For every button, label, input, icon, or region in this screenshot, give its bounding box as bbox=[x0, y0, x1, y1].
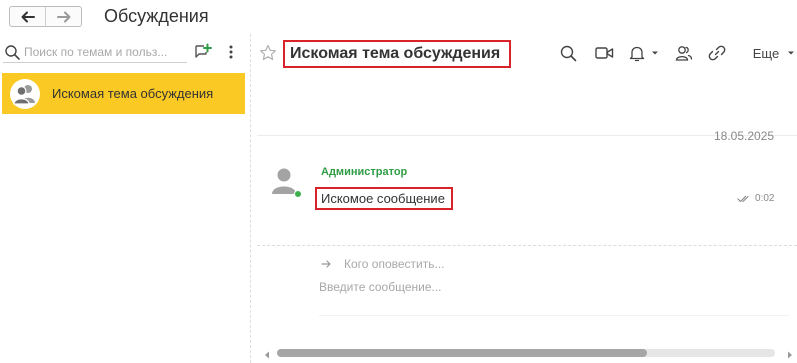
window-title: Обсуждения bbox=[104, 6, 209, 26]
chevron-down-icon bbox=[652, 51, 658, 55]
chevron-down-icon bbox=[788, 51, 795, 55]
composer-separator bbox=[257, 245, 797, 246]
recipients-field[interactable]: Кого оповестить... bbox=[321, 256, 445, 272]
navigation-buttons bbox=[9, 6, 82, 27]
thread-title: Искомая тема обсуждения bbox=[283, 40, 511, 68]
topic-search bbox=[3, 42, 187, 63]
message-status: 0:02 bbox=[737, 193, 774, 204]
notifications-button[interactable] bbox=[626, 44, 662, 62]
arrow-right-icon bbox=[321, 260, 331, 268]
message-author[interactable]: Администратор bbox=[321, 166, 407, 178]
thread-search-button[interactable] bbox=[559, 44, 577, 62]
scrollbar-thumb[interactable] bbox=[277, 349, 647, 357]
double-check-icon bbox=[737, 195, 749, 202]
search-icon bbox=[560, 45, 576, 61]
top-bar: Обсуждения bbox=[0, 0, 797, 34]
message-time: 0:02 bbox=[755, 193, 775, 204]
participants-button[interactable] bbox=[674, 44, 693, 62]
thread-pane: Искомая тема обсуждения Еще 18.05.2025 А… bbox=[251, 34, 797, 363]
add-conversation-icon bbox=[195, 43, 212, 58]
search-icon bbox=[5, 44, 20, 60]
topics-more-button[interactable] bbox=[224, 43, 238, 61]
back-button[interactable] bbox=[10, 7, 45, 26]
copy-link-button[interactable] bbox=[708, 44, 726, 62]
message-input[interactable] bbox=[319, 278, 789, 296]
arrow-left-icon bbox=[21, 11, 35, 22]
caret-left-icon bbox=[265, 351, 269, 359]
bell-icon bbox=[629, 46, 645, 61]
topic-search-input[interactable] bbox=[24, 45, 184, 59]
star-icon bbox=[260, 44, 276, 61]
more-label: Еще bbox=[752, 45, 780, 61]
topic-item-selected[interactable]: Искомая тема обсуждения bbox=[2, 73, 245, 114]
online-status-indicator bbox=[294, 190, 302, 198]
topics-pane: Искомая тема обсуждения bbox=[0, 38, 250, 363]
discussions-window: Обсуждения Поиск по темам и польз... Иск… bbox=[0, 0, 797, 363]
scroll-left-button[interactable] bbox=[263, 348, 271, 359]
date-separator: 18.05.2025 bbox=[714, 129, 775, 143]
caret-right-icon bbox=[788, 351, 792, 359]
participants-icon bbox=[675, 46, 692, 61]
favorite-button[interactable] bbox=[259, 44, 277, 62]
more-menu-button[interactable]: Еще bbox=[751, 44, 797, 62]
vertical-dots-icon bbox=[229, 45, 233, 59]
message-text: Искомое сообщение bbox=[315, 187, 453, 210]
add-topic-button[interactable] bbox=[194, 43, 212, 61]
forward-button[interactable] bbox=[45, 7, 81, 26]
topic-label: Искомая тема обсуждения bbox=[52, 86, 214, 101]
topic-avatar bbox=[10, 78, 40, 109]
group-avatar-icon bbox=[13, 84, 35, 105]
link-icon bbox=[708, 45, 726, 61]
horizontal-scrollbar[interactable] bbox=[277, 349, 775, 357]
video-call-button[interactable] bbox=[594, 44, 614, 62]
recipients-placeholder: Кого оповестить... bbox=[344, 257, 445, 271]
arrow-right-icon bbox=[56, 11, 70, 22]
composer-bottom-line bbox=[319, 315, 789, 316]
scroll-right-button[interactable] bbox=[786, 348, 794, 359]
video-camera-icon bbox=[594, 47, 613, 59]
